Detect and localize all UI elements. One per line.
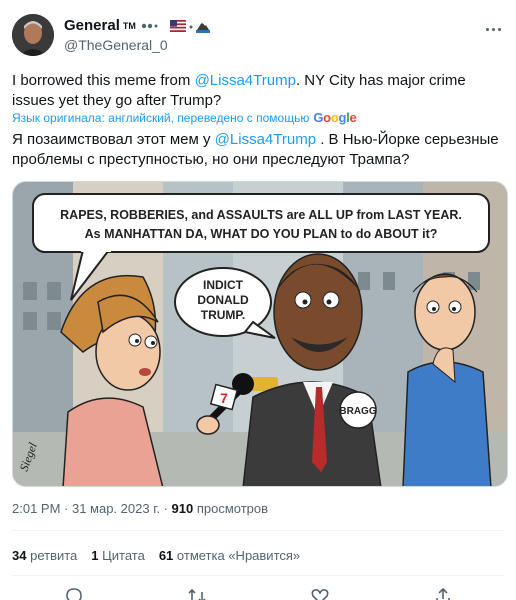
dots-icon [141, 23, 158, 28]
reply-line-1: INDICT [203, 278, 244, 292]
retweets-count: 34 [12, 548, 27, 563]
tweet-text-part: I borrowed this meme from [12, 72, 195, 89]
us-flag-icon [169, 19, 186, 32]
author-name[interactable]: General [64, 17, 120, 34]
speech-line-2: As MANHATTAN DA, WHAT DO YOU PLAN to do … [85, 227, 438, 241]
quotes-label: Цитата [102, 548, 145, 563]
translation-label[interactable]: Язык оригинала: английский, переведено с… [12, 111, 309, 125]
tweet-text: I borrowed this meme from @Lissa4Trump. … [12, 71, 504, 111]
tweet-image[interactable]: RAPES, ROBBERIES, and ASSAULTS are ALL U… [12, 181, 508, 487]
timestamp[interactable]: 2:01 PM · 31 мар. 2023 г. · [12, 501, 172, 516]
views-count: 910 [171, 501, 194, 516]
tm-mark: TM [122, 20, 136, 31]
name-badge: BRAGG [339, 406, 376, 417]
likes-label: отметка «Нравится» [176, 548, 301, 563]
likes-count: 61 [158, 548, 174, 563]
author-handle[interactable]: @TheGeneral_0 [64, 37, 210, 53]
reply-line-2: DONALD [197, 293, 249, 307]
likes-stat[interactable]: 61 отметка «Нравится» [159, 548, 300, 563]
comic-illustration: RAPES, ROBBERIES, and ASSAULTS are ALL U… [13, 182, 507, 486]
reply-icon[interactable] [64, 586, 84, 600]
like-icon[interactable] [310, 586, 330, 600]
display-name[interactable]: General TM [64, 17, 210, 34]
mic-number: 7 [220, 390, 228, 406]
retweets-stat[interactable]: 34 ретвита [12, 548, 77, 563]
google-logo: Google [313, 110, 357, 125]
speech-line-1: RAPES, ROBBERIES, and ASSAULTS are ALL U… [60, 208, 462, 222]
quotes-count: 1 [91, 548, 99, 563]
mountain-icon [195, 21, 210, 33]
views-label: просмотров [193, 501, 269, 516]
translated-text-part: Я позаимствовал этот мем у [12, 131, 215, 148]
mention-link[interactable]: @Lissa4Trump [195, 72, 296, 89]
mention-link[interactable]: @Lissa4Trump [215, 131, 316, 148]
dot-icon [189, 25, 193, 28]
more-options-icon[interactable] [484, 20, 502, 38]
retweet-icon[interactable] [187, 586, 207, 600]
share-icon[interactable] [433, 586, 453, 600]
quotes-stat[interactable]: 1 Цитата [91, 548, 145, 563]
avatar-portrait [12, 14, 54, 56]
author-names[interactable]: General TM @TheGeneral_0 [64, 17, 210, 53]
divider [12, 530, 504, 531]
retweets-label: ретвита [30, 548, 78, 563]
tweet-meta[interactable]: 2:01 PM · 31 мар. 2023 г. · 910 просмотр… [12, 501, 268, 516]
divider [12, 575, 504, 576]
translation-attribution[interactable]: Язык оригинала: английский, переведено с… [12, 110, 357, 125]
avatar[interactable] [12, 14, 54, 56]
tweet-header: General TM @TheGeneral_0 [12, 14, 504, 60]
reply-line-3: TRUMP. [201, 308, 245, 322]
action-bar [12, 586, 504, 600]
engagement-stats: 34 ретвита 1 Цитата 61 отметка «Нравится… [12, 548, 300, 563]
translated-text: Я позаимствовал этот мем у @Lissa4Trump … [12, 130, 504, 170]
